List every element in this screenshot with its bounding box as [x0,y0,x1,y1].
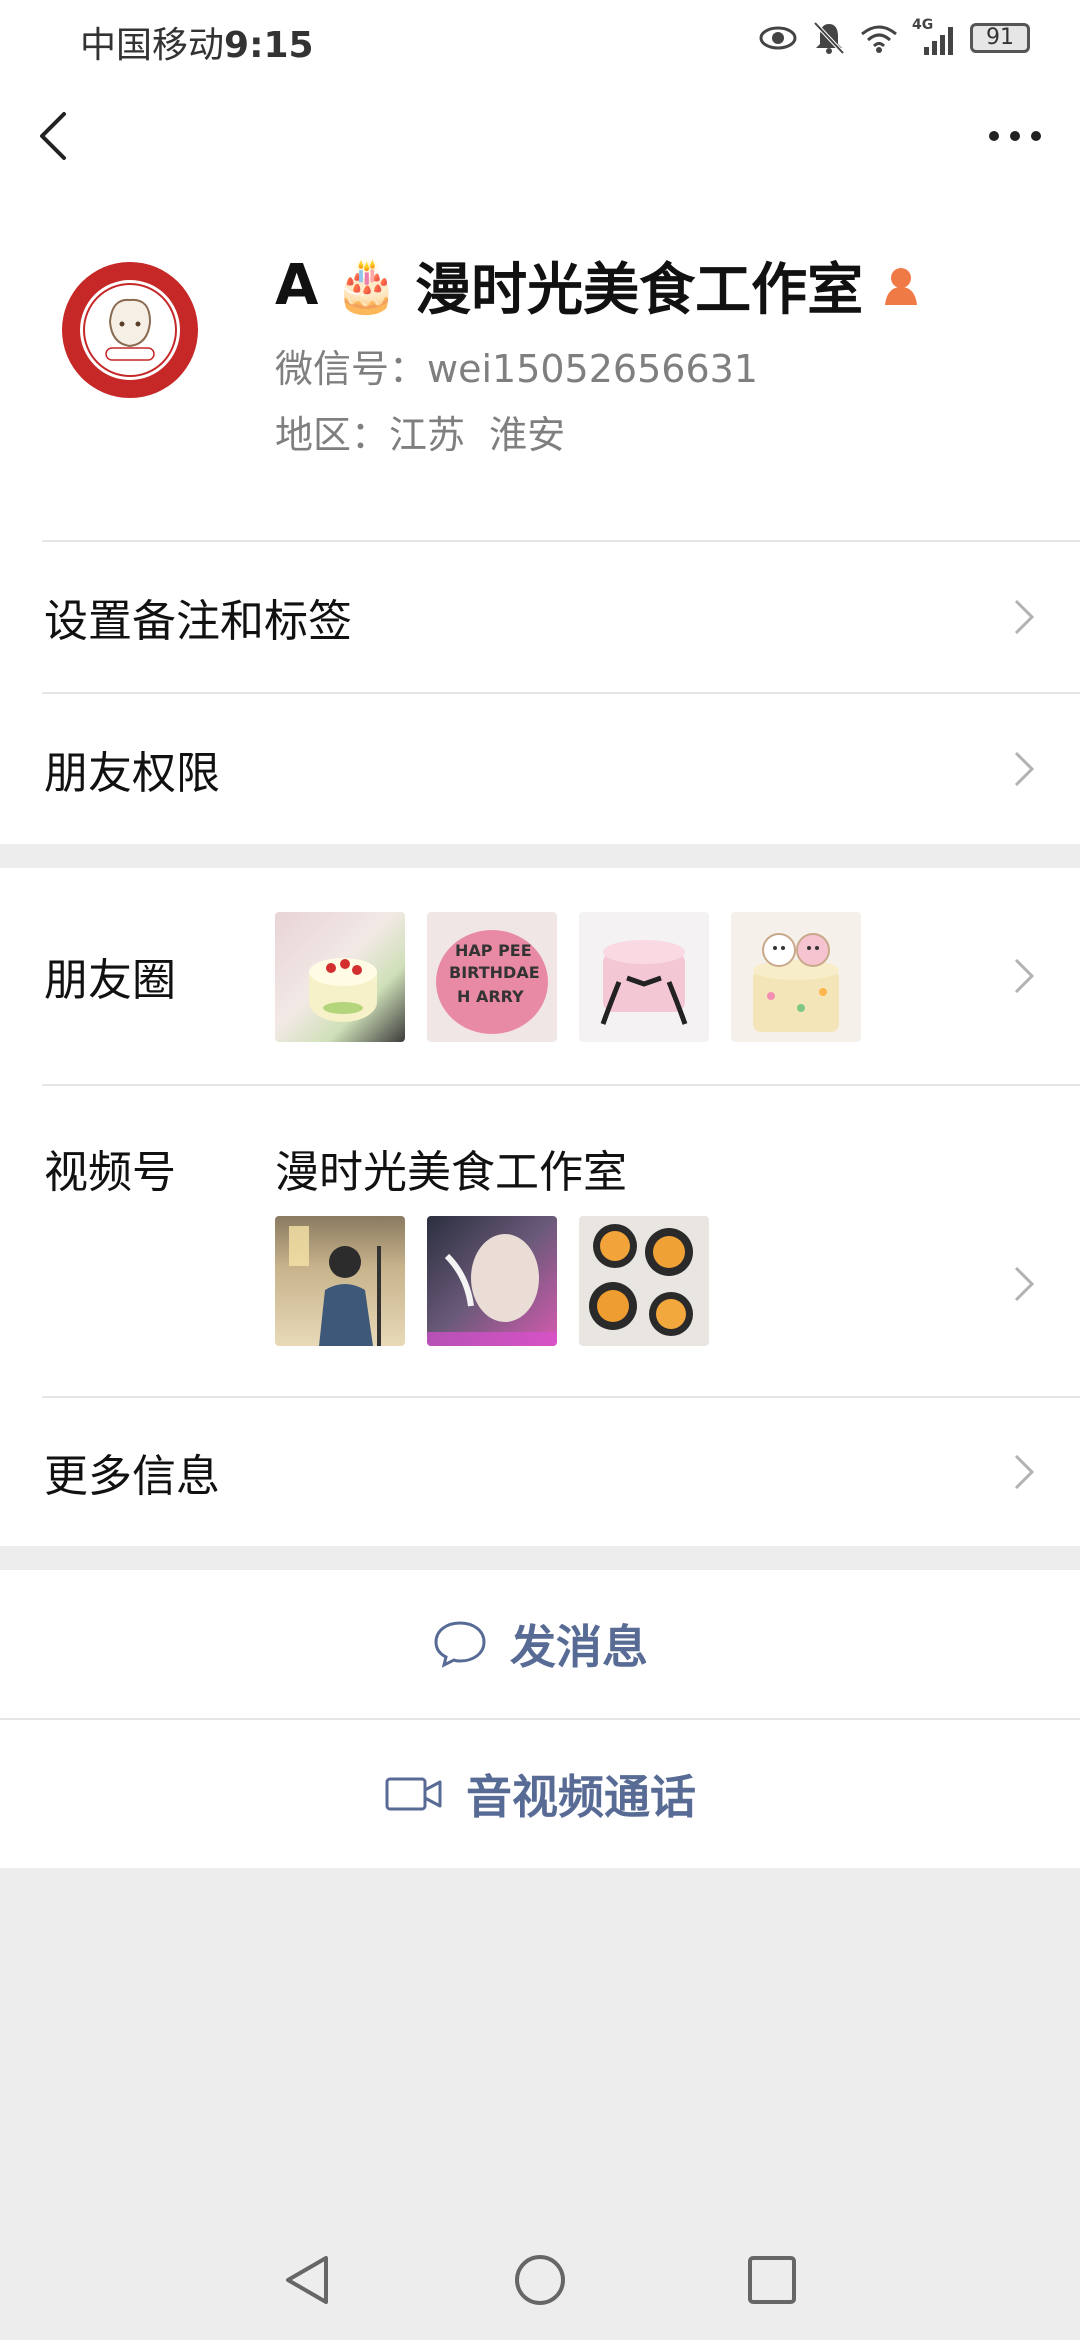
status-bar: 中国移动9:15 4G 91 [0,0,1080,80]
content-section: 朋友圈 HAP PEE BIRTHDAE H ARRY 视频号 漫时光美食工作室 [0,868,1080,1546]
chevron-right-icon [1014,751,1035,787]
nav-back-icon[interactable] [280,2252,336,2308]
cake-photo-icon [309,958,377,1022]
svg-text:H ARRY: H ARRY [457,987,524,1006]
remarks-tags-label: 设置备注和标签 [44,596,352,647]
system-nav-bar [0,2200,1080,2340]
battery-icon: 91 [970,23,1030,53]
svg-text:BIRTHDAE: BIRTHDAE [449,963,540,982]
moments-label: 朋友圈 [44,955,176,1006]
food-bowls-photo-icon [589,1224,693,1336]
signal-icon: 4G [912,17,956,55]
wechat-id-value: wei15052656631 [427,347,758,391]
video-call-button[interactable]: 音视频通话 [0,1720,1080,1868]
nav-home-icon[interactable] [512,2252,568,2308]
bunny-cake-photo-icon [753,933,839,1032]
portrait-photo-icon [427,1234,557,1346]
back-arrow-icon[interactable] [28,106,88,166]
remarks-tags-row[interactable]: 设置备注和标签 [0,542,1080,692]
region-value: 江苏 淮安 [389,413,566,457]
mute-bell-icon [813,21,845,55]
region: 地区：江苏 淮安 [275,404,565,459]
more-options-icon[interactable] [980,106,1050,166]
chevron-right-icon [1014,958,1035,994]
wechat-id-label: 微信号： [275,347,428,391]
pink-bow-cake-photo-icon [600,940,688,1025]
eye-icon [759,26,797,50]
moments-thumb-birthday-cake: HAP PEE BIRTHDAE H ARRY [427,912,557,1042]
moments-thumb-bunny-cake [731,912,861,1042]
network-type: 4G [912,17,934,33]
contact-name: 漫时光美食工作室 [415,257,864,323]
nav-bar [0,80,1080,190]
channels-thumb-singer [275,1216,405,1346]
region-label: 地区： [275,413,390,457]
channels-thumb-food [579,1216,709,1346]
channels-row[interactable]: 视频号 漫时光美食工作室 [0,1086,1080,1396]
channels-name: 漫时光美食工作室 [275,1147,627,1198]
chat-bubble-icon [434,1621,486,1668]
status-carrier-time: 中国移动9:15 [80,16,314,68]
moments-thumb-cake [275,912,405,1042]
pink-birthday-cake-photo-icon: HAP PEE BIRTHDAE H ARRY [436,930,548,1034]
send-message-button[interactable]: 发消息 [0,1570,1080,1718]
chevron-right-icon [1014,1454,1035,1490]
singer-photo-icon [289,1226,381,1346]
birthday-cake-icon: 🎂 [334,255,400,316]
nav-recents-icon[interactable] [744,2252,800,2308]
video-camera-icon [385,1777,442,1811]
gender-icon [885,268,918,305]
moments-thumb-bow-cake [579,912,709,1042]
settings-section: 设置备注和标签 朋友权限 [0,542,1080,844]
friend-permissions-label: 朋友权限 [44,748,220,799]
send-message-label: 发消息 [510,1620,648,1674]
wifi-icon [861,25,897,53]
more-info-label: 更多信息 [44,1451,220,1502]
wechat-id: 微信号：wei15052656631 [275,338,758,393]
clock-time: 9:15 [224,25,314,66]
contact-name-row: A 🎂 漫时光美食工作室 [275,250,923,323]
brand-logo-icon [62,262,198,398]
friend-permissions-row[interactable]: 朋友权限 [0,694,1080,844]
chevron-right-icon [1014,599,1035,635]
more-info-row[interactable]: 更多信息 [0,1398,1080,1546]
name-prefix: A [275,252,319,318]
video-call-label: 音视频通话 [466,1770,696,1824]
avatar[interactable] [60,260,200,400]
profile-header: A 🎂 漫时光美食工作室 微信号：wei15052656631 地区：江苏 淮安 [0,190,1080,542]
chevron-right-icon [1014,1266,1035,1302]
moments-row[interactable]: 朋友圈 HAP PEE BIRTHDAE H ARRY [0,868,1080,1084]
status-icons: 4G 91 [758,14,1030,62]
carrier-name: 中国移动 [80,25,225,66]
channels-label: 视频号 [44,1147,176,1198]
channels-thumb-portrait [427,1216,557,1346]
svg-text:HAP PEE: HAP PEE [455,941,532,960]
